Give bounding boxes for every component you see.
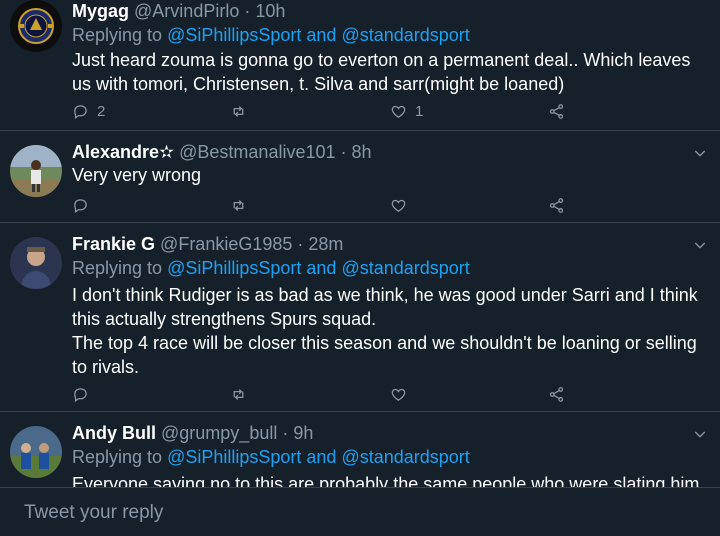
chevron-down-icon[interactable] [692,426,708,442]
tweet-text: Very very wrong [72,163,708,187]
tweet-actions [72,194,592,216]
reply-icon [74,198,87,213]
tweet-text: Everyone saying no to this are probably … [72,472,708,487]
tweet-text: Just heard zouma is gonna go to everton … [72,48,708,96]
chevron-down-icon[interactable] [692,145,708,161]
group-photo-avatar [10,426,62,478]
reply-count: 2 [97,102,106,120]
tweet-header: Alexandre✫ @Bestmanalive101 · 8h [72,141,372,163]
retweet-icon [233,105,244,117]
timestamp[interactable]: · 8h [341,142,372,162]
share-button[interactable] [548,194,565,216]
replying-to: Replying to @SiPhillipsSport and @standa… [72,446,470,468]
timestamp[interactable]: · 28m [297,234,343,254]
avatar[interactable] [10,145,62,197]
reply-button[interactable] [72,194,97,216]
handle[interactable]: @Bestmanalive101 [179,142,335,162]
tweet-text-line: to rivals. [72,357,140,377]
tweet-header: Andy Bull @grumpy_bull · 9h [72,422,313,444]
mention-link[interactable]: @SiPhillipsSport [167,25,301,45]
person-photo-avatar [10,145,62,197]
mention-link[interactable]: @SiPhillipsSport [167,258,301,278]
display-name[interactable]: Andy Bull [72,423,156,443]
tweet-text-line: I don't think Rudiger is as bad as we th… [72,285,698,305]
tweet-mygag[interactable]: Mygag @ArvindPirlo · 10h Replying to @Si… [0,0,720,131]
share-icon [549,103,564,119]
display-name[interactable]: Alexandre✫ [72,142,174,162]
tweet-andy-bull[interactable]: Andy Bull @grumpy_bull · 9h Replying to … [0,412,720,487]
mention-and: and [301,25,342,45]
mention-link[interactable]: @standardsport [341,25,469,45]
tweet-actions [72,383,592,405]
replying-prefix: Replying to [72,258,168,278]
handle[interactable]: @grumpy_bull [161,423,277,443]
person-photo-avatar [10,237,62,289]
tweet-text-line: Everyone saying no to this are probably … [72,474,700,487]
retweet-button[interactable] [230,100,255,122]
tweet-header: Frankie G @FrankieG1985 · 28m [72,233,343,255]
replying-to: Replying to @SiPhillipsSport and @standa… [72,257,470,279]
tweet-header: Mygag @ArvindPirlo · 10h [72,0,285,22]
reply-feed: Mygag @ArvindPirlo · 10h Replying to @Si… [0,0,720,487]
avatar[interactable] [10,237,62,289]
like-button[interactable]: 1 [390,100,423,122]
display-name[interactable]: Mygag [72,1,129,21]
tweet-text-line: Very very wrong [72,165,202,185]
mention-link[interactable]: @SiPhillipsSport [167,447,301,467]
like-button[interactable] [390,194,415,216]
mention-and: and [301,258,342,278]
avatar[interactable] [10,426,62,478]
reply-icon [74,104,87,119]
chelsea-crest-avatar [10,0,62,52]
tweet-text-line: us with tomori, Christensen, t. Silva an… [72,74,565,94]
tweet-actions: 2 1 [72,100,592,122]
mention-link[interactable]: @standardsport [341,447,469,467]
tweet-frankie[interactable]: Frankie G @FrankieG1985 · 28m Replying t… [0,223,720,412]
tweet-text-line: Just heard zouma is gonna go to everton … [72,50,691,70]
handle[interactable]: @ArvindPirlo [134,1,239,21]
heart-icon [391,199,406,212]
reply-composer [0,487,720,536]
reply-button[interactable] [72,383,97,405]
like-count: 1 [415,102,424,120]
share-icon [549,197,564,213]
retweet-button[interactable] [230,383,255,405]
heart-icon [391,105,406,118]
timestamp[interactable]: · 10h [244,1,285,21]
handle[interactable]: @FrankieG1985 [160,234,292,254]
retweet-icon [233,199,244,211]
tweet-alexandre[interactable]: Alexandre✫ @Bestmanalive101 · 8h Very ve… [0,131,720,223]
share-button[interactable] [548,100,565,122]
tweet-text-line: this actually strengthens Spurs squad. [72,309,377,329]
replying-prefix: Replying to [72,447,168,467]
retweet-icon [233,388,244,400]
display-name[interactable]: Frankie G [72,234,155,254]
avatar[interactable] [10,0,62,52]
tweet-reply-input[interactable] [22,501,686,525]
replying-to: Replying to @SiPhillipsSport and @standa… [72,24,470,46]
tweet-text-line: The top 4 race will be closer this seaso… [72,333,697,353]
mention-and: and [301,447,342,467]
chevron-down-icon[interactable] [692,237,708,253]
timestamp[interactable]: · 9h [282,423,313,443]
reply-button[interactable]: 2 [72,100,105,122]
share-button[interactable] [548,383,565,405]
like-button[interactable] [390,383,415,405]
share-icon [549,386,564,402]
retweet-button[interactable] [230,194,255,216]
reply-icon [74,387,87,402]
tweet-text: I don't think Rudiger is as bad as we th… [72,283,708,379]
heart-icon [391,388,406,401]
mention-link[interactable]: @standardsport [341,258,469,278]
replying-prefix: Replying to [72,25,168,45]
